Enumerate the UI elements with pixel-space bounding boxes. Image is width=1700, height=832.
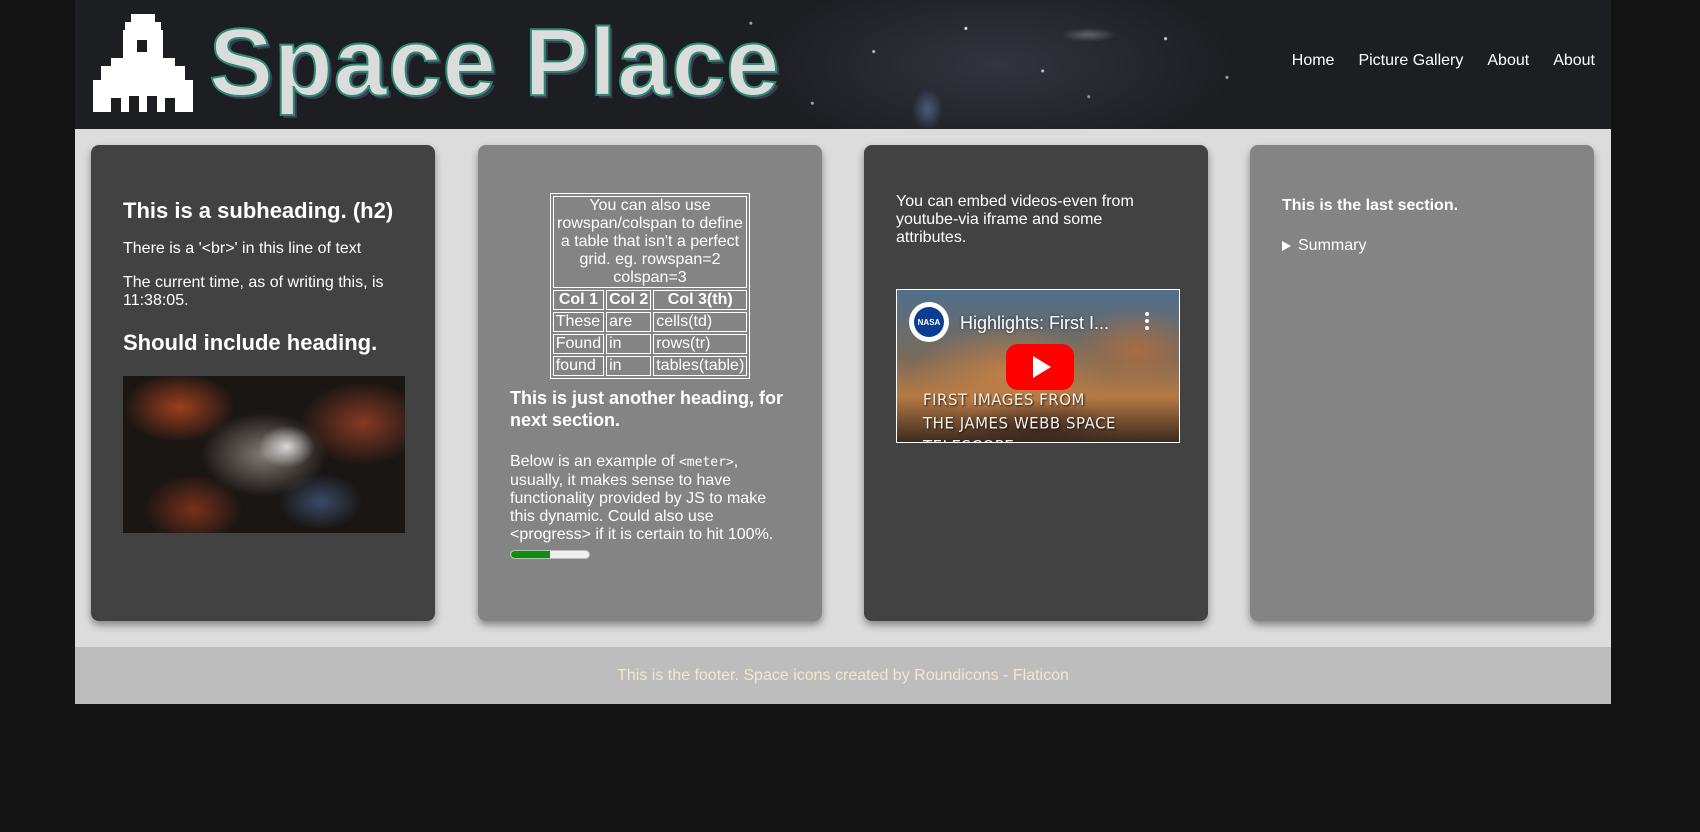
meter-fill — [511, 551, 550, 558]
meter — [510, 550, 590, 559]
table-cell: in — [606, 334, 652, 354]
section-heading: This is just another heading, for next s… — [510, 388, 784, 430]
caption-line-1: FIRST IMAGES FROM — [923, 390, 1085, 410]
details-summary[interactable]: Summary — [1282, 237, 1562, 255]
video-description: You can embed videos-even from youtube-v… — [896, 193, 1134, 246]
heading: Should include heading. — [123, 330, 378, 355]
embedded-video[interactable]: NASA Highlights: First I... FIRST IMAGES… — [896, 289, 1180, 443]
nav-picture-gallery[interactable]: Picture Gallery — [1358, 52, 1463, 70]
table-row: found in tables(table) — [552, 356, 748, 376]
nav-about-2[interactable]: About — [1553, 52, 1595, 70]
summary-label: Summary — [1298, 237, 1367, 254]
table-cell: These — [552, 312, 605, 332]
table-cell: cells(td) — [653, 312, 748, 332]
more-options-icon[interactable] — [1145, 312, 1149, 333]
caption-line-2: THE JAMES WEBB SPACE TELESCOPE — [923, 413, 1117, 442]
video-title[interactable]: Highlights: First I... — [960, 313, 1109, 334]
meter-text-before: Below is an example of — [510, 453, 679, 470]
table-cell: rows(tr) — [653, 334, 748, 354]
table-wrapper: You can also use rowspan/colspan to defi… — [510, 193, 790, 379]
table-cell: found — [552, 356, 605, 376]
last-section-text: This is the last section. — [1282, 197, 1459, 214]
section-card-4: This is the last section. Summary — [1250, 145, 1594, 621]
rocket-icon[interactable] — [93, 14, 193, 112]
site-title: Space Place — [208, 8, 781, 117]
table-cell: in — [606, 356, 652, 376]
video-thumbnail-caption: FIRST IMAGES FROM THE JAMES WEBB SPACE T… — [923, 388, 1179, 442]
play-button[interactable] — [1006, 344, 1074, 390]
site-header: Space Place Home Picture Gallery About A… — [75, 0, 1611, 129]
demo-table: You can also use rowspan/colspan to defi… — [549, 193, 751, 379]
channel-avatar[interactable]: NASA — [909, 302, 949, 342]
disclosure-triangle-icon — [1282, 241, 1291, 251]
br-line-text: There is a '<br>' in this line of text — [123, 240, 362, 257]
table-header-cell: Col 1 — [552, 290, 605, 310]
main-content: This is a subheading. (h2) There is a '<… — [75, 129, 1611, 647]
table-cell: Found — [552, 334, 605, 354]
table-row: Found in rows(tr) — [552, 334, 748, 354]
table-header-cell: Col 2 — [606, 290, 652, 310]
main-nav: Home Picture Gallery About About — [1268, 52, 1595, 70]
table-header-row: Col 1 Col 2 Col 3(th) — [552, 290, 748, 310]
current-time-text: The current time, as of writing this, is… — [123, 274, 384, 309]
table-caption-cell: You can also use rowspan/colspan to defi… — [552, 196, 748, 288]
footer-text: This is the footer. Space icons created … — [617, 666, 1069, 684]
meter-code: <meter> — [678, 455, 734, 470]
table-header-cell: Col 3(th) — [653, 290, 748, 310]
section-card-3: You can embed videos-even from youtube-v… — [864, 145, 1208, 621]
table-row: These are cells(td) — [552, 312, 748, 332]
section-card-1: This is a subheading. (h2) There is a '<… — [91, 145, 435, 621]
nav-about[interactable]: About — [1487, 52, 1529, 70]
subheading: This is a subheading. (h2) — [123, 198, 394, 223]
table-cell: tables(table) — [653, 356, 748, 376]
play-icon — [1033, 356, 1051, 378]
site-footer: This is the footer. Space icons created … — [75, 647, 1611, 704]
meter-description: Below is an example of <meter>, usually,… — [510, 453, 790, 544]
nav-home[interactable]: Home — [1292, 52, 1335, 70]
table-cell: are — [606, 312, 652, 332]
nasa-logo-icon: NASA — [914, 307, 944, 337]
page: Space Place Home Picture Gallery About A… — [75, 0, 1611, 704]
nebula-image — [123, 376, 405, 533]
section-card-2: You can also use rowspan/colspan to defi… — [478, 145, 822, 621]
